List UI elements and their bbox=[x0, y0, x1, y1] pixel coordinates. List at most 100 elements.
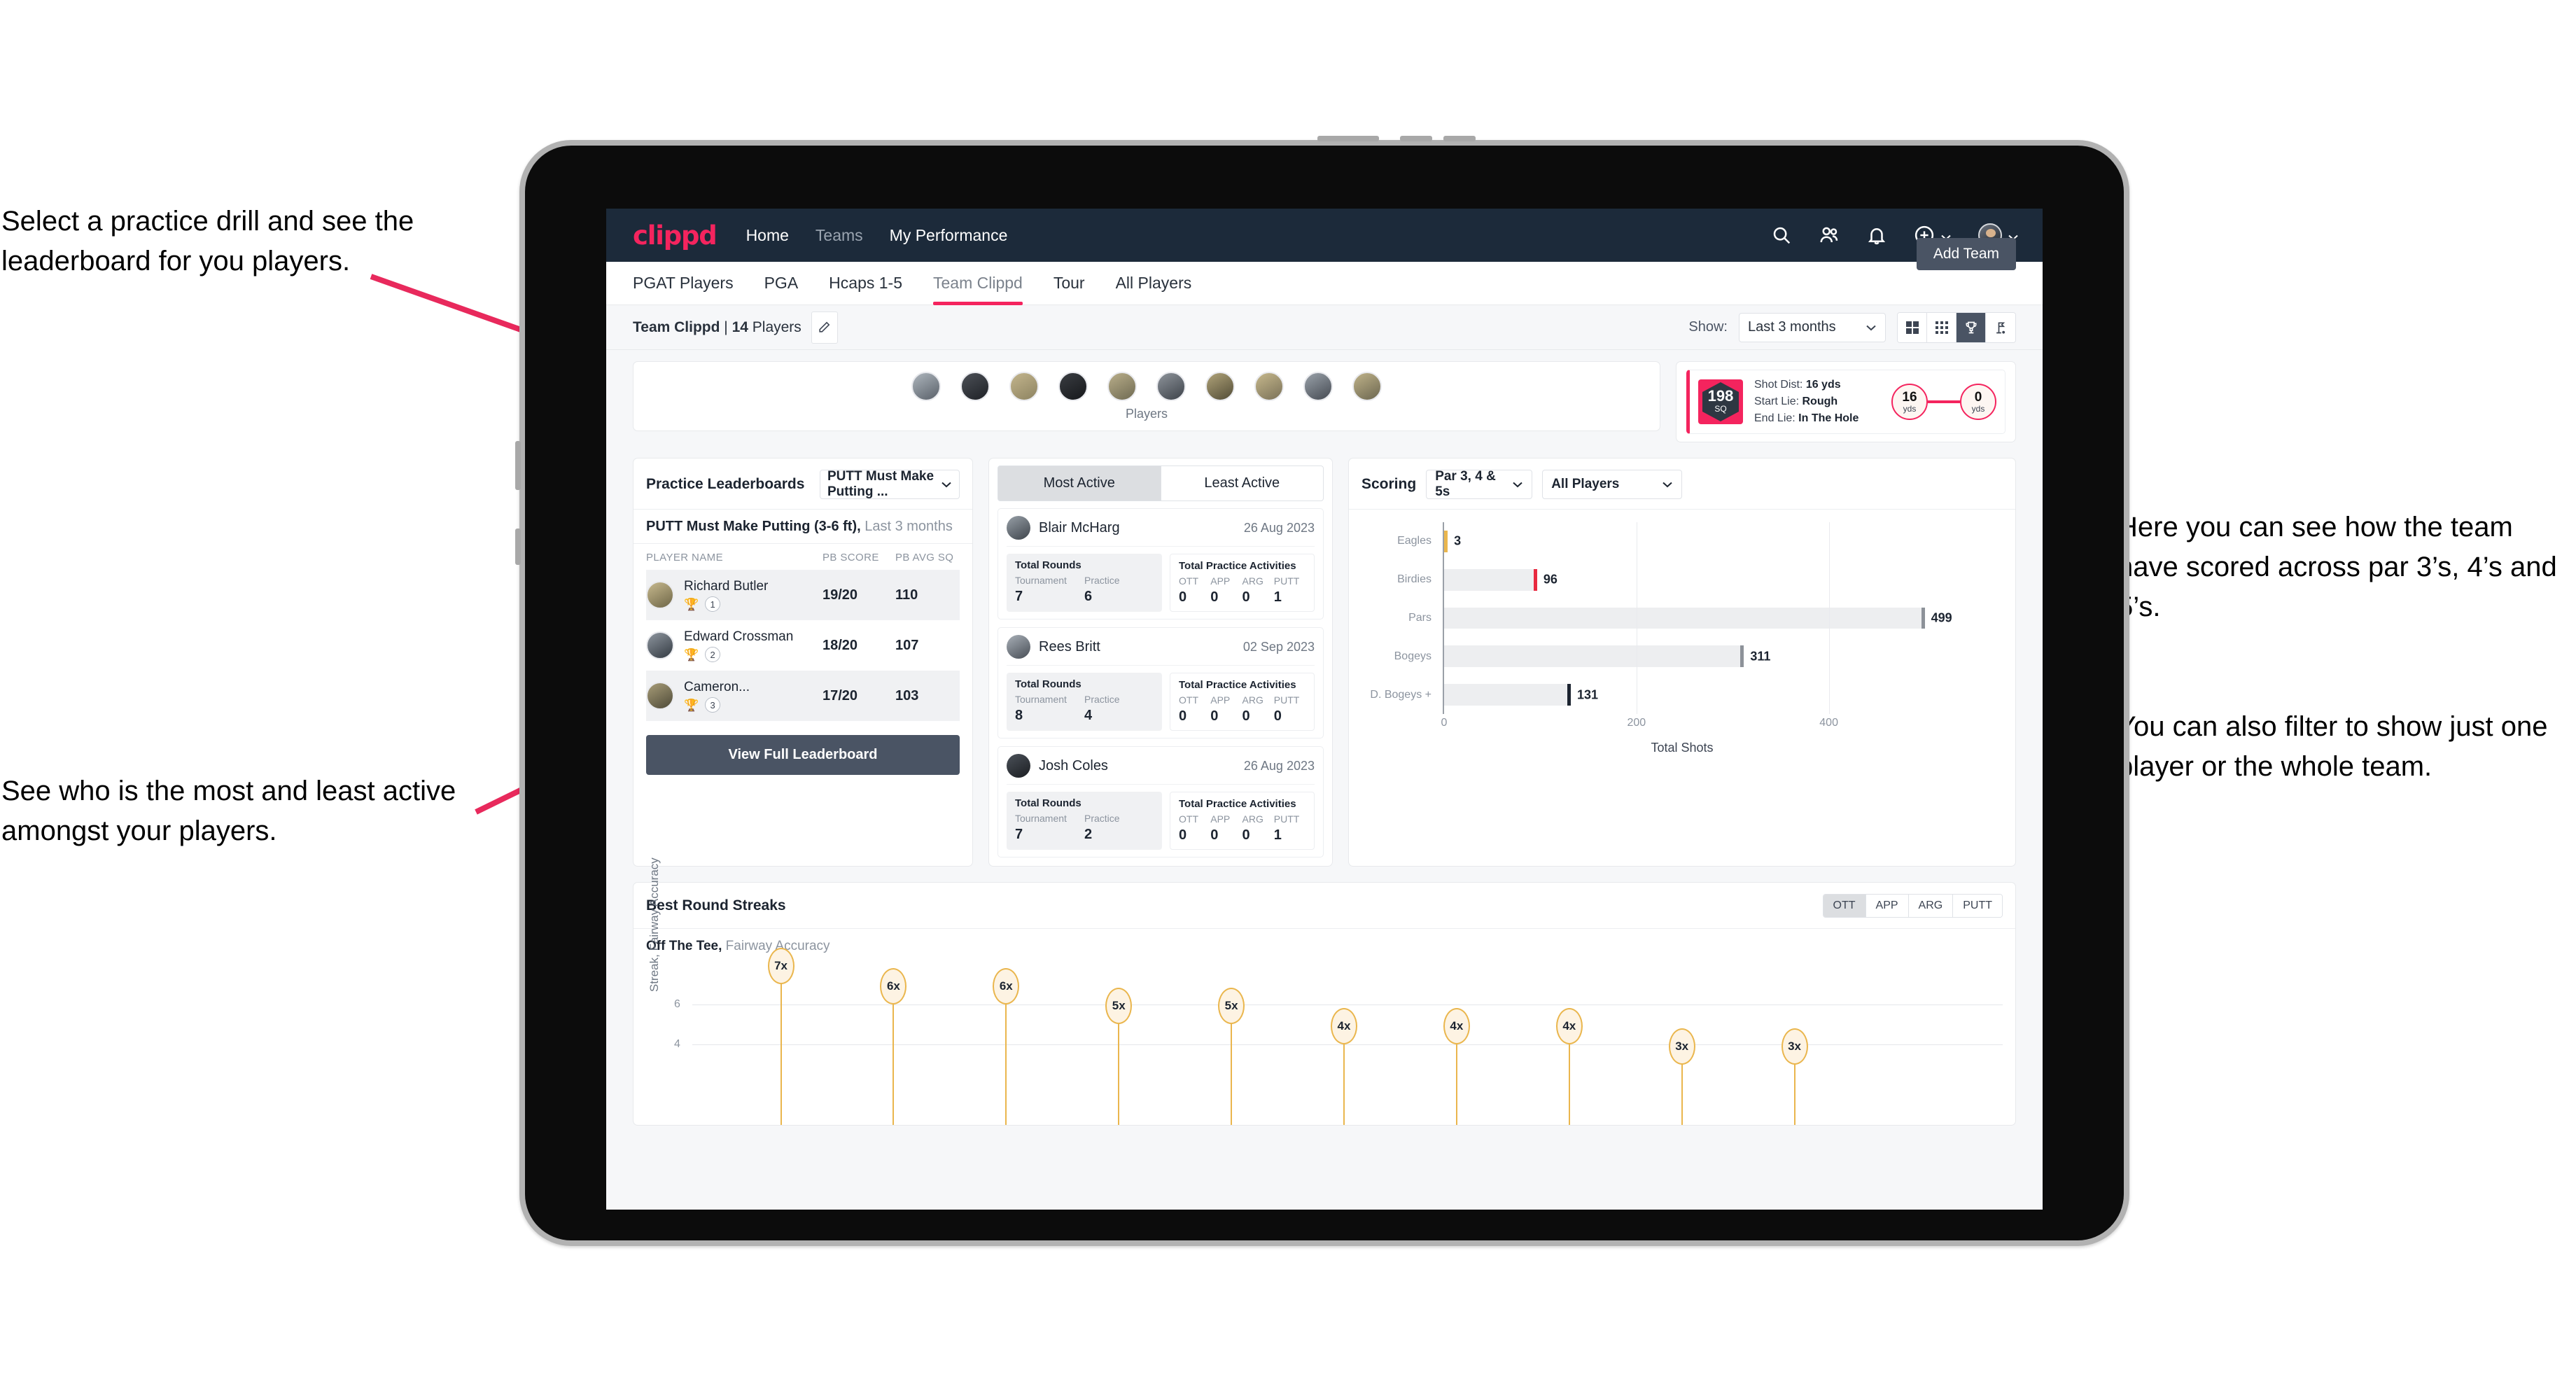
leaderboard-player: Cameron... 🏆 3 bbox=[646, 679, 822, 713]
tab-most-active[interactable]: Most Active bbox=[997, 465, 1161, 501]
flag-icon[interactable] bbox=[1986, 312, 2015, 342]
scoring-title: Scoring bbox=[1362, 476, 1417, 492]
table-row[interactable]: Richard Butler 🏆 1 19/20 110 bbox=[646, 570, 960, 620]
player-avatar[interactable] bbox=[1352, 372, 1382, 401]
toggle-arg[interactable]: ARG bbox=[1908, 895, 1954, 917]
ott-stat: OTT 0 bbox=[1179, 694, 1198, 724]
tab-hcaps-1-5[interactable]: Hcaps 1-5 bbox=[829, 262, 902, 305]
table-row[interactable]: Cameron... 🏆 3 17/20 103 bbox=[646, 671, 960, 721]
add-team-button[interactable]: Add Team bbox=[1916, 238, 2016, 270]
grid-large-icon[interactable] bbox=[1898, 312, 1927, 342]
chart-category-label: Birdies bbox=[1397, 573, 1432, 586]
scoring-bar-chart: Eagles 3 Birdies 96 Pars 499 Bogeys 311 D. Bogey… bbox=[1360, 518, 2004, 739]
chart-point-label[interactable]: 4x bbox=[1555, 1008, 1583, 1044]
nav-link-teams[interactable]: Teams bbox=[816, 226, 863, 245]
chart-point-label[interactable]: 6x bbox=[880, 967, 907, 1004]
player-avatar[interactable] bbox=[1009, 372, 1039, 401]
tab-least-active[interactable]: Least Active bbox=[1160, 465, 1324, 501]
chart-point-label[interactable]: 4x bbox=[1331, 1008, 1357, 1044]
activity-date: 02 Sep 2023 bbox=[1242, 639, 1315, 654]
list-item[interactable]: Blair McHarg 26 Aug 2023 Total Rounds To… bbox=[997, 508, 1324, 620]
players-strip-card: Players bbox=[633, 361, 1660, 431]
trophy-icon[interactable] bbox=[1956, 312, 1986, 342]
player-avatar[interactable] bbox=[911, 372, 941, 401]
scoring-header: Scoring Par 3, 4 & 5s All Players bbox=[1349, 458, 2015, 510]
chart-stem bbox=[1005, 1004, 1007, 1125]
list-item[interactable]: Josh Coles 26 Aug 2023 Total Rounds Tour… bbox=[997, 746, 1324, 858]
leaderboard-table: PLAYER NAME PB SCORE PB AVG SQ Richard B… bbox=[634, 544, 972, 732]
streaks-y-label: Streak, Fairway Accuracy bbox=[648, 858, 661, 992]
chart-stem bbox=[1681, 1064, 1683, 1125]
activity-item-body: Total Rounds Tournament 7 Practice 2 Total… bbox=[1007, 792, 1315, 850]
chart-point-label[interactable]: 6x bbox=[993, 967, 1020, 1004]
leaderboard-subtitle: PUTT Must Make Putting (3-6 ft), Last 3 … bbox=[634, 510, 972, 544]
shot-detail-lines: Shot Dist: 16 yds Start Lie: Rough End L… bbox=[1754, 377, 1858, 427]
chart-point-label[interactable]: 3x bbox=[1668, 1028, 1695, 1065]
player-avatar[interactable] bbox=[1107, 372, 1137, 401]
chart-point-label[interactable]: 5x bbox=[1218, 988, 1245, 1025]
shot-detail-inner: 198 SQ Shot Dist: 16 yds Start Lie: Roug… bbox=[1686, 370, 2005, 434]
device-button-left-1 bbox=[515, 441, 521, 490]
rank-badge: 2 bbox=[705, 647, 721, 663]
people-icon[interactable] bbox=[1819, 225, 1840, 246]
chart-bar-row: Pars 499 bbox=[1360, 599, 2004, 638]
player-name: Richard Butler bbox=[684, 578, 769, 594]
tab-tour[interactable]: Tour bbox=[1054, 262, 1085, 305]
period-select[interactable]: Last 3 months bbox=[1739, 312, 1886, 342]
nav-link-my-performance[interactable]: My Performance bbox=[890, 226, 1008, 245]
chart-stem bbox=[892, 1004, 895, 1125]
show-label: Show: bbox=[1688, 319, 1728, 335]
tournament-stat: Tournament 8 bbox=[1015, 694, 1067, 723]
player-avatar[interactable] bbox=[1058, 372, 1088, 401]
activity-item-header: Blair McHarg 26 Aug 2023 bbox=[1007, 516, 1315, 547]
column-pb-avg-sq: PB AVG SQ bbox=[895, 552, 954, 564]
chart-point-label[interactable]: 3x bbox=[1781, 1028, 1808, 1065]
chart-bar-value: 131 bbox=[1577, 687, 1599, 702]
pencil-icon[interactable] bbox=[811, 311, 838, 344]
tab-all-players[interactable]: All Players bbox=[1116, 262, 1192, 305]
tab-team-clippd[interactable]: Team Clippd bbox=[933, 262, 1023, 305]
chevron-down-icon bbox=[1662, 477, 1673, 492]
streaks-subtitle: Off The Tee, Fairway Accuracy bbox=[634, 929, 2015, 954]
list-item[interactable]: Rees Britt 02 Sep 2023 Total Rounds Tour… bbox=[997, 627, 1324, 738]
practice-activities-header: Total Practice Activities bbox=[1179, 560, 1296, 572]
sq-value: 198 bbox=[1707, 387, 1734, 405]
primary-nav-links: Home Teams My Performance bbox=[746, 226, 1008, 245]
chart-category-label: D. Bogeys + bbox=[1370, 688, 1432, 701]
player-avatar[interactable] bbox=[1156, 372, 1186, 401]
player-avatar[interactable] bbox=[960, 372, 990, 401]
toggle-putt[interactable]: PUTT bbox=[1953, 895, 2002, 917]
view-full-leaderboard-button[interactable]: View Full Leaderboard bbox=[646, 735, 960, 775]
chart-bar-cap bbox=[1533, 568, 1537, 591]
par-select[interactable]: Par 3, 4 & 5s bbox=[1426, 469, 1533, 499]
streaks-category-toggle: OTT APP ARG PUTT bbox=[1822, 894, 2003, 918]
player-avatar[interactable] bbox=[1205, 372, 1235, 401]
grid-small-icon[interactable] bbox=[1927, 312, 1956, 342]
player-filter-select[interactable]: All Players bbox=[1542, 470, 1683, 499]
clippd-logo[interactable]: clippd bbox=[633, 220, 718, 251]
chart-stem bbox=[1793, 1064, 1795, 1125]
bell-icon[interactable] bbox=[1866, 225, 1887, 246]
player-avatar[interactable] bbox=[1254, 372, 1284, 401]
toggle-app[interactable]: APP bbox=[1865, 895, 1909, 917]
player-name: Blair McHarg bbox=[1039, 519, 1120, 536]
leaderboard-player: Edward Crossman 🏆 2 bbox=[646, 629, 822, 663]
chart-point-label[interactable]: 4x bbox=[1443, 1008, 1470, 1044]
drill-select[interactable]: PUTT Must Make Putting ... bbox=[820, 469, 960, 499]
chart-point-label[interactable]: 7x bbox=[767, 947, 794, 984]
ott-stat: OTT 0 bbox=[1179, 813, 1198, 843]
search-icon[interactable] bbox=[1771, 225, 1792, 246]
tab-pgat-players[interactable]: PGAT Players bbox=[633, 262, 734, 305]
chart-bar-wrap: 131 bbox=[1438, 684, 2004, 706]
chart-x-tick: 400 bbox=[1819, 717, 1838, 729]
player-avatar[interactable] bbox=[1303, 372, 1333, 401]
pb-avg-sq-value: 103 bbox=[895, 687, 919, 704]
toggle-ott[interactable]: OTT bbox=[1823, 895, 1866, 917]
chart-point-label[interactable]: 5x bbox=[1105, 988, 1133, 1025]
tab-pga[interactable]: PGA bbox=[764, 262, 799, 305]
nav-link-home[interactable]: Home bbox=[746, 226, 789, 245]
practice-leaderboard-card: Practice Leaderboards PUTT Must Make Put… bbox=[633, 458, 973, 867]
table-row[interactable]: Edward Crossman 🏆 2 18/20 107 bbox=[646, 620, 960, 671]
pb-score-value: 18/20 bbox=[822, 637, 858, 653]
app-stat: APP 0 bbox=[1210, 694, 1231, 724]
